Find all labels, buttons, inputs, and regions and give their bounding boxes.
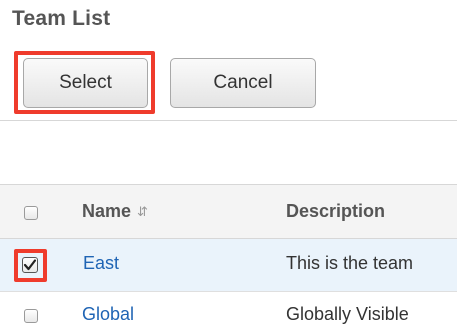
table-divider: [0, 120, 457, 121]
select-button[interactable]: Select: [23, 58, 148, 108]
column-header-description: Description: [286, 201, 386, 221]
sort-icon[interactable]: ⇵: [137, 204, 148, 220]
team-name-link[interactable]: Global: [82, 304, 134, 325]
select-all-checkbox[interactable]: [24, 206, 38, 220]
checkmark-icon: [23, 259, 37, 271]
team-name-link[interactable]: East: [83, 253, 119, 274]
table-header-row: Name ⇵ Description: [0, 184, 457, 239]
team-description: This is the team: [286, 253, 414, 273]
cancel-button[interactable]: Cancel: [170, 58, 316, 108]
team-description: Globally Visible: [286, 304, 409, 324]
page-title: Team List: [12, 7, 111, 30]
column-header-name-label: Name: [82, 201, 132, 221]
team-table: Name ⇵ Description East This is the team …: [0, 120, 457, 327]
row-checkbox-checked[interactable]: [22, 257, 38, 273]
table-row[interactable]: East This is the team: [0, 239, 457, 292]
table-row[interactable]: Global Globally Visible: [0, 292, 457, 327]
column-header-name[interactable]: Name ⇵: [82, 201, 148, 222]
team-list-page: Team List Select Cancel Name ⇵ Descriptio…: [0, 0, 457, 327]
row-checkbox[interactable]: [24, 309, 38, 323]
